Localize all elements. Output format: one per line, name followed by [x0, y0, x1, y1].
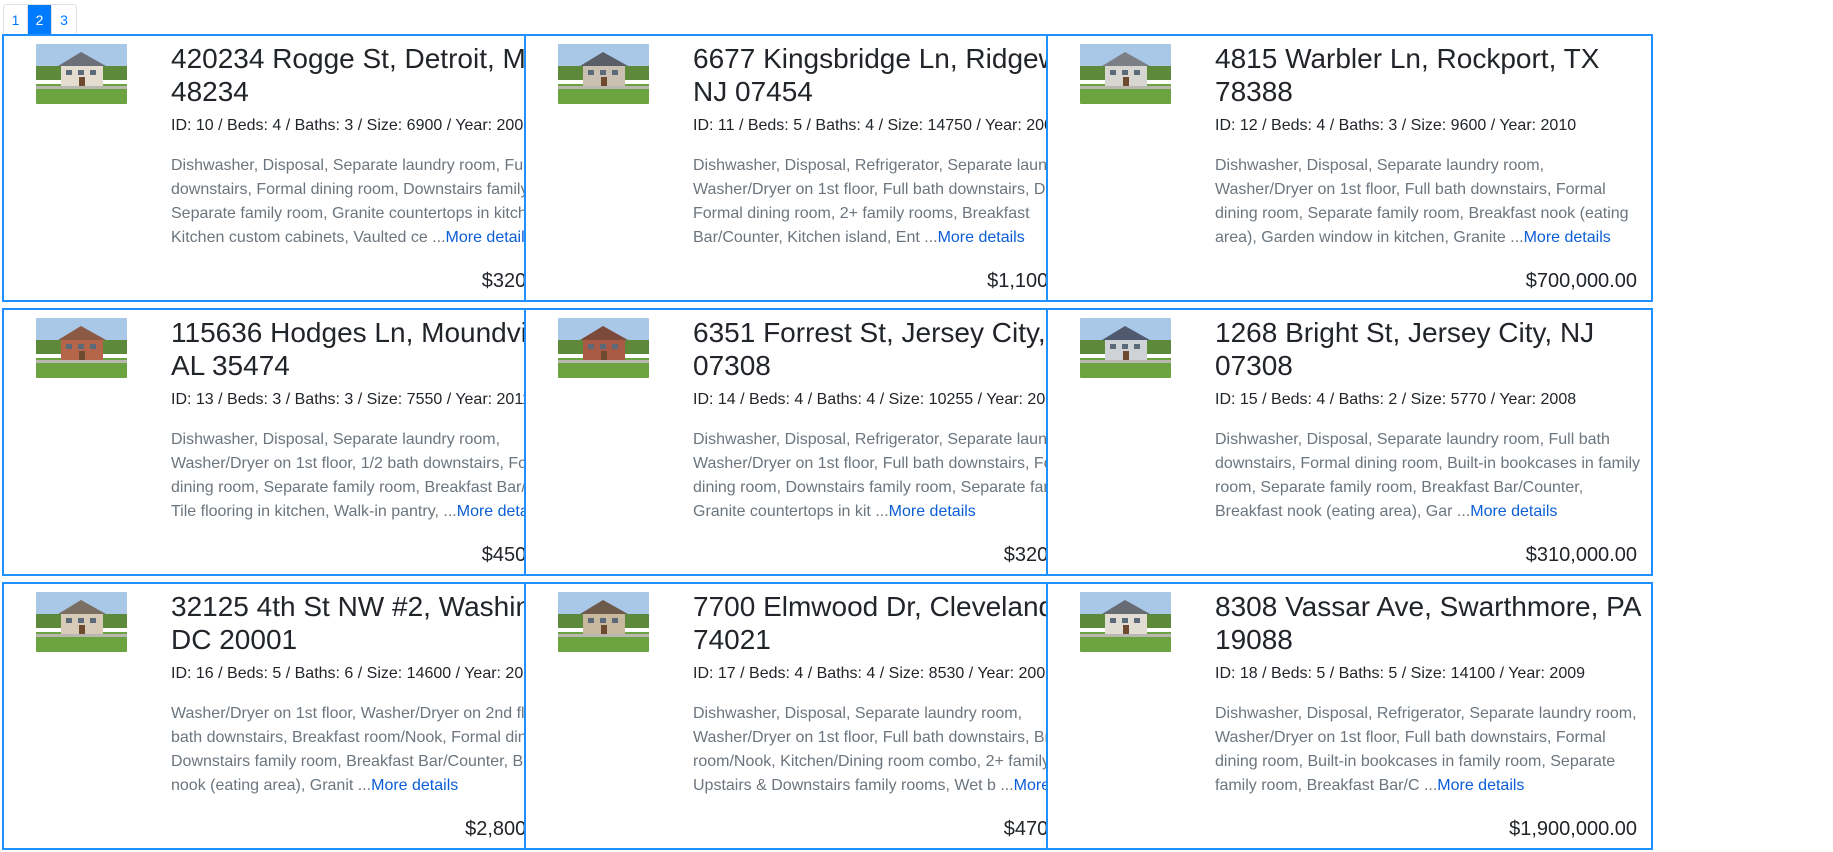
listing-description-text: Dishwasher, Disposal, Separate laundry r…: [1215, 431, 1641, 520]
listing-title[interactable]: 1268 Bright St, Jersey City, NJ 07308: [1215, 316, 1645, 382]
listing-card: 8308 Vassar Ave, Swarthmore, PA 19088 ID…: [1046, 582, 1653, 850]
more-details-link[interactable]: More details: [371, 777, 458, 794]
more-details-link[interactable]: More details: [889, 503, 976, 520]
listing-meta: ID: 15 / Beds: 4 / Baths: 2 / Size: 5770…: [1215, 391, 1577, 408]
listing-description: Dishwasher, Disposal, Separate laundry r…: [1215, 154, 1645, 250]
listing-meta: ID: 18 / Beds: 5 / Baths: 5 / Size: 1410…: [1215, 665, 1586, 682]
more-details-link[interactable]: More details: [1437, 777, 1524, 794]
listing-description-text: Dishwasher, Disposal, Refrigerator, Sepa…: [1215, 705, 1637, 794]
listing-title[interactable]: 4815 Warbler Ln, Rockport, TX 78388: [1215, 42, 1645, 108]
listing-title[interactable]: 8308 Vassar Ave, Swarthmore, PA 19088: [1215, 590, 1645, 656]
page-link-1[interactable]: 1: [4, 5, 28, 34]
listing-price: $310,000.00: [1525, 544, 1637, 566]
listing-meta: ID: 12 / Beds: 4 / Baths: 3 / Size: 9600…: [1215, 117, 1577, 134]
listing-card: 1268 Bright St, Jersey City, NJ 07308 ID…: [1046, 308, 1653, 576]
house-photo-icon[interactable]: [558, 44, 649, 104]
listing-description: Dishwasher, Disposal, Separate laundry r…: [1215, 428, 1645, 524]
house-photo-icon[interactable]: [558, 318, 649, 378]
listing-grid: 420234 Rogge St, Detroit, MI 48234 ID: 1…: [2, 34, 1828, 850]
more-details-link[interactable]: More details: [938, 229, 1025, 246]
more-details-link[interactable]: More details: [1524, 229, 1611, 246]
listing-card: 6677 Kingsbridge Ln, Ridgewood, NJ 07454…: [524, 34, 1131, 302]
listing-price: $700,000.00: [1525, 270, 1637, 292]
listing-card: 115636 Hodges Ln, Moundville, AL 35474 I…: [2, 308, 609, 576]
house-photo-icon[interactable]: [1080, 592, 1171, 652]
house-photo-icon[interactable]: [1080, 318, 1171, 378]
listing-description: Dishwasher, Disposal, Refrigerator, Sepa…: [1215, 702, 1645, 798]
listing-card: 7700 Elmwood Dr, Cleveland, OK 74021 ID:…: [524, 582, 1131, 850]
listing-card: 6351 Forrest St, Jersey City, NJ 07308 I…: [524, 308, 1131, 576]
listing-content: 4815 Warbler Ln, Rockport, TX 78388 ID: …: [1215, 42, 1645, 250]
house-photo-icon[interactable]: [36, 592, 127, 652]
listing-card: 4815 Warbler Ln, Rockport, TX 78388 ID: …: [1046, 34, 1653, 302]
page-link-3[interactable]: 3: [52, 5, 76, 34]
pagination: 1 2 3: [3, 4, 77, 35]
house-photo-icon[interactable]: [558, 592, 649, 652]
house-photo-icon[interactable]: [36, 318, 127, 378]
listing-card: 32125 4th St NW #2, Washington, DC 20001…: [2, 582, 609, 850]
listing-content: 8308 Vassar Ave, Swarthmore, PA 19088 ID…: [1215, 590, 1645, 798]
more-details-link[interactable]: More details: [446, 229, 533, 246]
house-photo-icon[interactable]: [1080, 44, 1171, 104]
listing-price: $1,900,000.00: [1509, 818, 1637, 840]
page-link-2[interactable]: 2: [28, 5, 52, 34]
house-photo-icon[interactable]: [36, 44, 127, 104]
listing-card: 420234 Rogge St, Detroit, MI 48234 ID: 1…: [2, 34, 609, 302]
more-details-link[interactable]: More details: [1470, 503, 1557, 520]
listing-content: 1268 Bright St, Jersey City, NJ 07308 ID…: [1215, 316, 1645, 524]
